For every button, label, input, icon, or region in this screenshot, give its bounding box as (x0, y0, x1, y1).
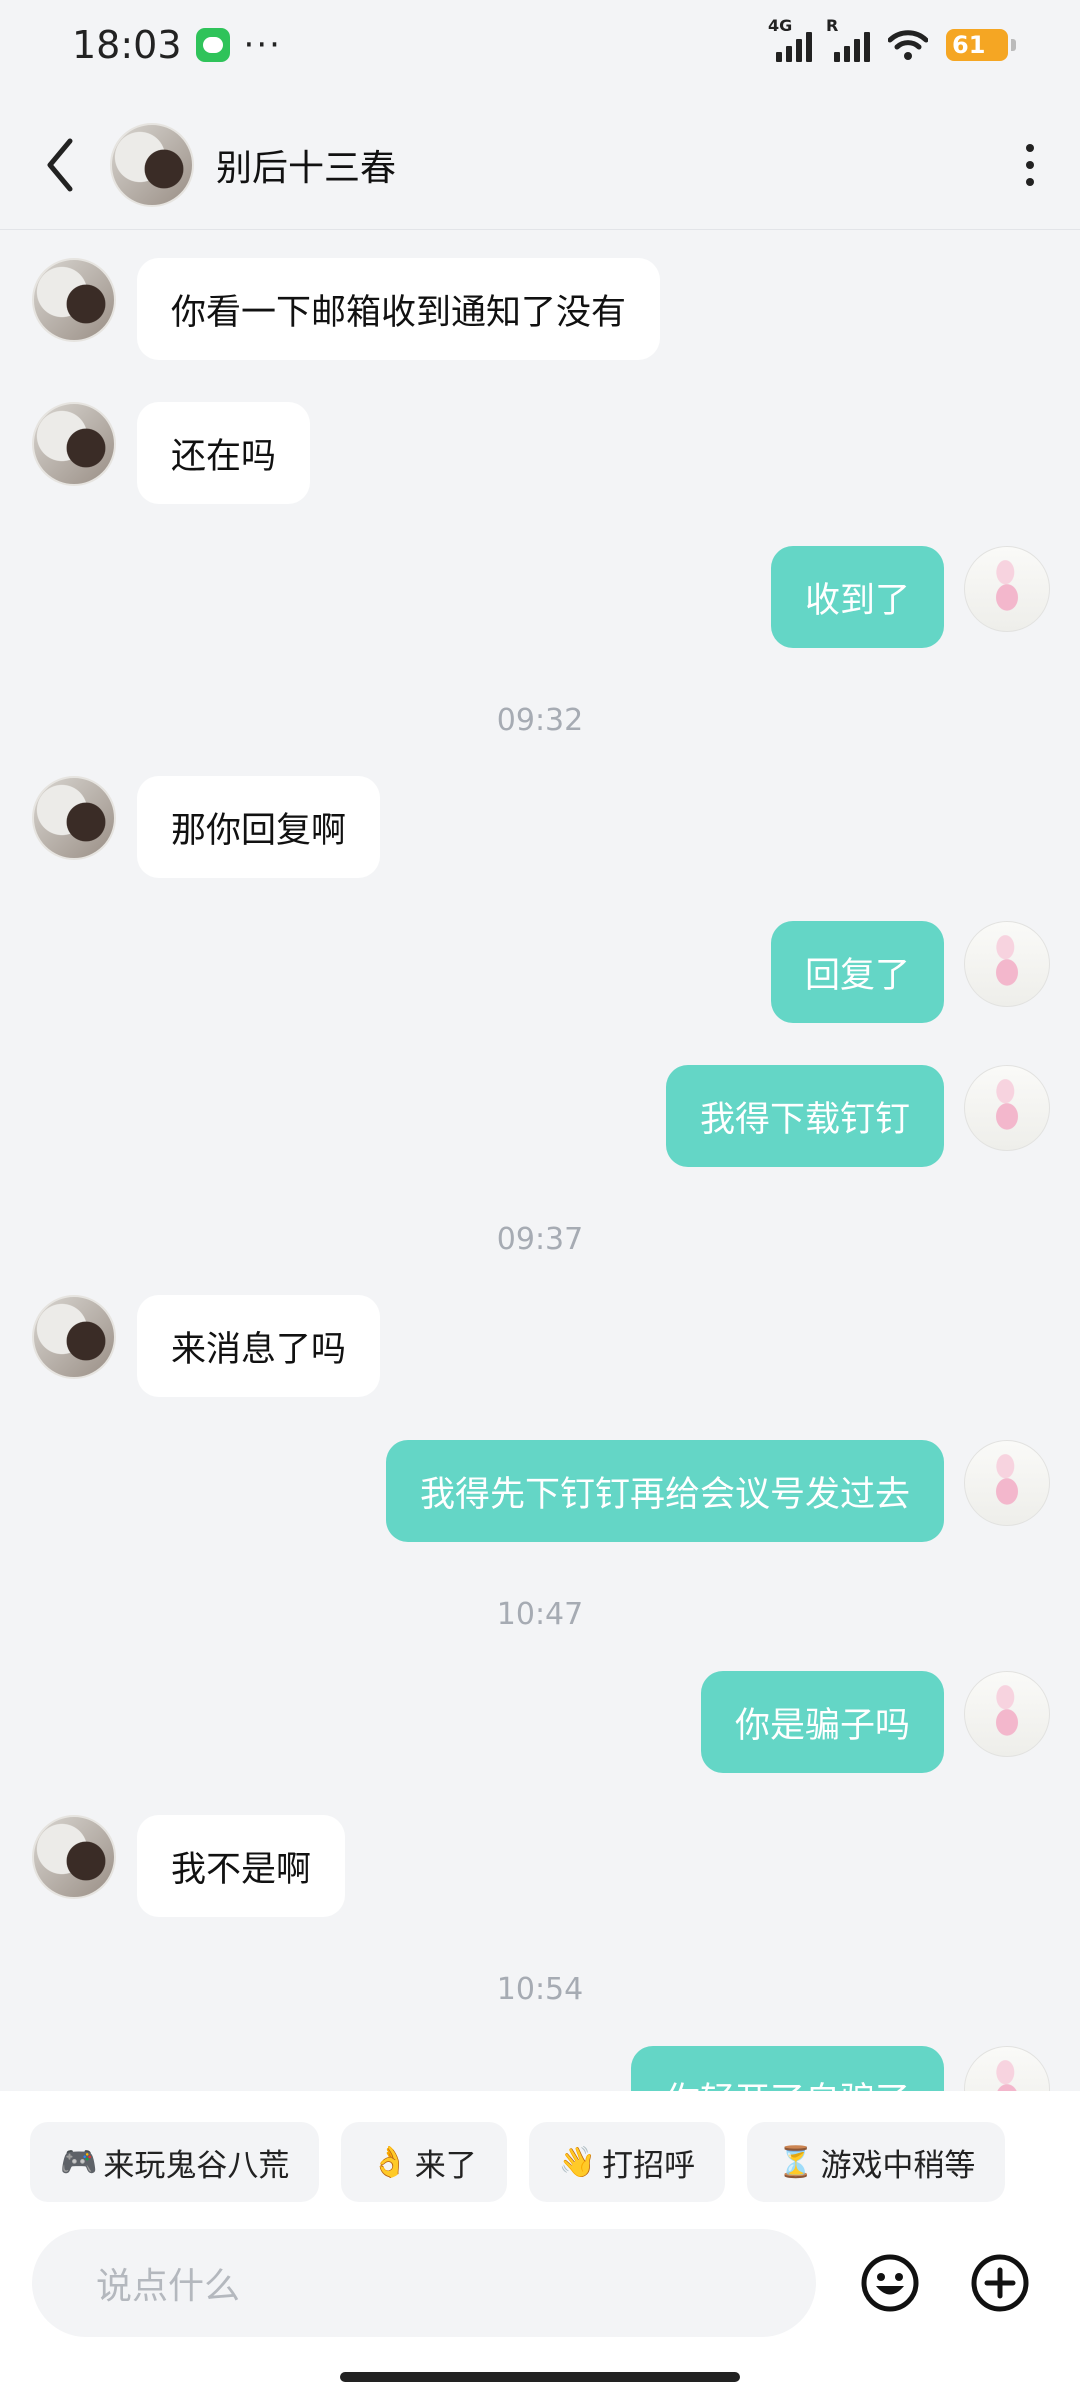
more-vertical-icon (1026, 143, 1034, 152)
message-bubble[interactable]: 你是骗子吗 (700, 1671, 944, 1773)
quick-reply-label: 来了 (414, 2147, 477, 2184)
message-row-incoming: 来消息了吗 (0, 1295, 1080, 1397)
composer-panel: 🎮 来玩鬼谷八荒 👌 来了 👋 打招呼 ⏳ 游戏中稍等 说点什么 (0, 2091, 1080, 2400)
my-avatar[interactable] (964, 1440, 1050, 1526)
message-bubble[interactable]: 我得先下钉钉再给会议号发过去 (385, 1440, 944, 1542)
contact-avatar[interactable] (32, 776, 116, 860)
message-bubble[interactable]: 我不是啊 (137, 1815, 346, 1917)
more-actions-button[interactable] (968, 2251, 1032, 2315)
message-row-outgoing: 我得下载钉钉 (0, 1065, 1080, 1167)
quick-reply-chip[interactable]: ⏳ 游戏中稍等 (747, 2122, 1006, 2202)
signal-roaming-icon: R (826, 16, 870, 62)
quick-reply-chip[interactable]: 🎮 来玩鬼谷八荒 (30, 2122, 320, 2202)
message-row-outgoing: 收到了 (0, 546, 1080, 648)
quick-reply-chip[interactable]: 👋 打招呼 (528, 2122, 726, 2202)
battery-level: 61 (952, 31, 986, 59)
message-bubble[interactable]: 那你回复啊 (137, 776, 381, 878)
message-notification-icon (195, 28, 230, 62)
home-indicator[interactable] (340, 2372, 740, 2382)
message-bubble[interactable]: 收到了 (770, 546, 944, 648)
signal-4g-icon: 4G (768, 16, 812, 62)
hourglass-icon: ⏳ (777, 2144, 815, 2180)
more-options-button[interactable] (1010, 135, 1050, 195)
ok-hand-icon: 👌 (371, 2144, 409, 2180)
message-timestamp: 09:37 (496, 1222, 584, 1257)
contact-avatar[interactable] (32, 1295, 116, 1379)
status-bar: 18:03 ··· 4G R 61 (0, 0, 1080, 90)
quick-replies: 🎮 来玩鬼谷八荒 👌 来了 👋 打招呼 ⏳ 游戏中稍等 (30, 2122, 1006, 2202)
battery-icon: 61 (946, 29, 1016, 61)
my-avatar[interactable] (964, 1065, 1050, 1151)
contact-avatar[interactable] (32, 258, 116, 342)
contact-avatar[interactable] (110, 122, 194, 207)
smiley-icon (861, 2254, 919, 2312)
wifi-icon (888, 30, 928, 60)
message-row-outgoing: 回复了 (0, 921, 1080, 1023)
quick-reply-label: 打招呼 (602, 2147, 696, 2184)
message-row-incoming: 我不是啊 (0, 1815, 1080, 1917)
message-timestamp: 09:32 (496, 703, 584, 738)
quick-reply-chip[interactable]: 👌 来了 (341, 2122, 507, 2202)
gamepad-icon: 🎮 (60, 2144, 98, 2180)
message-input[interactable]: 说点什么 (32, 2229, 816, 2337)
message-bubble[interactable]: 回复了 (770, 921, 944, 1023)
status-time: 18:03 (72, 23, 182, 67)
message-bubble[interactable]: 我得下载钉钉 (665, 1065, 944, 1167)
chevron-left-icon (47, 138, 73, 191)
my-avatar[interactable] (964, 546, 1050, 632)
my-avatar[interactable] (964, 921, 1050, 1007)
emoji-button[interactable] (858, 2251, 922, 2315)
message-timestamp: 10:47 (496, 1597, 584, 1632)
wave-icon: 👋 (558, 2144, 597, 2180)
message-bubble[interactable]: 来消息了吗 (137, 1295, 381, 1397)
contact-avatar[interactable] (32, 1815, 116, 1899)
plus-circle-icon (971, 2254, 1029, 2312)
message-timestamp: 10:54 (496, 1972, 584, 2007)
message-row-incoming: 你看一下邮箱收到通知了没有 (0, 258, 1080, 360)
more-notifications-icon: ··· (243, 25, 282, 65)
message-bubble[interactable]: 你看一下邮箱收到通知了没有 (137, 258, 661, 360)
message-row-outgoing: 你轻开了自骗了 (0, 2046, 1080, 2091)
contact-avatar[interactable] (32, 402, 116, 486)
my-avatar[interactable] (964, 1671, 1050, 1757)
quick-reply-label: 来玩鬼谷八荒 (103, 2147, 290, 2184)
message-row-incoming: 那你回复啊 (0, 776, 1080, 878)
message-row-incoming: 还在吗 (0, 402, 1080, 504)
back-button[interactable] (30, 125, 90, 205)
message-row-outgoing: 你是骗子吗 (0, 1671, 1080, 1773)
chat-header: 别后十三春 (0, 100, 1080, 230)
quick-reply-label: 游戏中稍等 (820, 2147, 976, 2184)
message-bubble[interactable]: 还在吗 (137, 402, 311, 504)
my-avatar[interactable] (964, 2046, 1050, 2091)
contact-name[interactable]: 别后十三春 (216, 139, 396, 191)
message-bubble[interactable]: 你轻开了自骗了 (630, 2046, 944, 2091)
message-list[interactable]: 你看一下邮箱收到通知了没有 还在吗 收到了 09:32 那你回复啊 回复了 我得… (0, 231, 1080, 2091)
message-row-outgoing: 我得先下钉钉再给会议号发过去 (0, 1440, 1080, 1542)
